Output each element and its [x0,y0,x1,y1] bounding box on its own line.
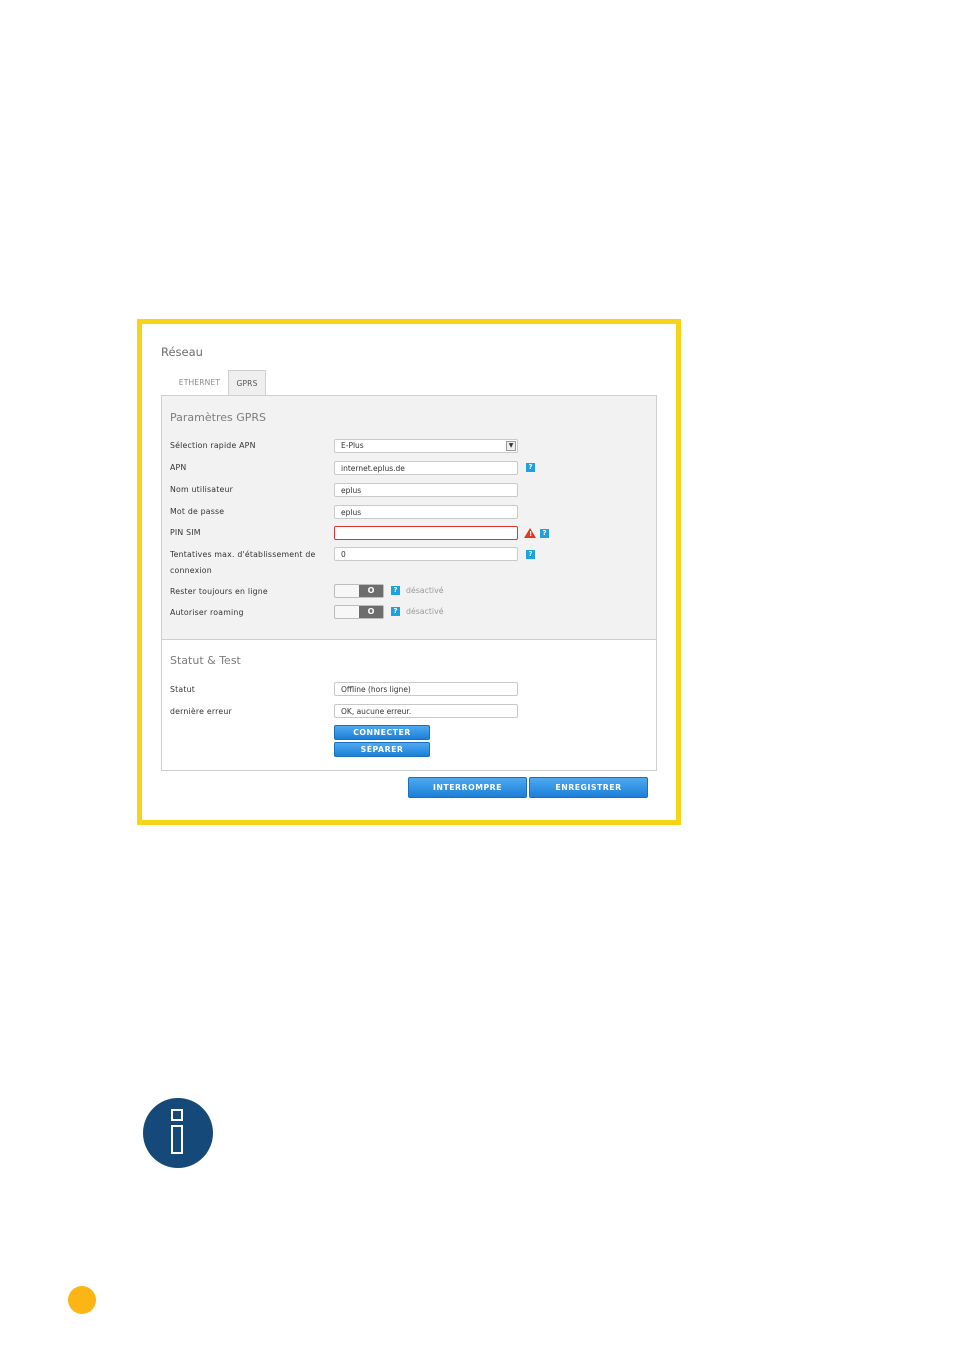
pin-label: PIN SIM [170,528,201,537]
password-label: Mot de passe [170,507,225,516]
page-marker-dot [68,1286,96,1314]
pin-input[interactable] [334,526,518,540]
roaming-toggle[interactable]: O [334,605,384,619]
help-icon[interactable]: ? [526,550,535,559]
screenshot-frame: Réseau ETHERNET GPRS Paramètres GPRS Sél… [137,319,681,825]
status-field [334,682,518,696]
help-icon[interactable]: ? [540,529,549,538]
disconnect-button[interactable]: SÉPARER [334,742,430,757]
apn-select[interactable]: E-Plus ▼ [334,439,518,453]
info-icon-dot [171,1109,183,1121]
page-title: Réseau [161,345,203,359]
password-input[interactable] [334,505,518,519]
last-error-field [334,704,518,718]
username-label: Nom utilisateur [170,485,234,494]
info-icon [143,1098,213,1168]
status-label: Statut [170,685,196,694]
cancel-button[interactable]: INTERROMPRE [408,777,527,798]
last-error-label: dernière erreur [170,707,232,716]
help-icon[interactable]: ? [391,607,400,616]
always-online-state: désactivé [406,586,444,595]
toggle-knob: O [359,606,383,618]
gprs-section-title: Paramètres GPRS [170,411,266,424]
help-icon[interactable]: ? [526,463,535,472]
apn-label: APN [170,463,187,472]
always-online-toggle[interactable]: O [334,584,384,598]
roaming-label: Autoriser roaming [170,608,244,617]
warning-glyph: ! [529,530,533,538]
status-section-title: Statut & Test [170,654,241,667]
retries-label: Tentatives max. d'établissement de conne… [170,550,316,575]
apn-input[interactable] [334,461,518,475]
info-icon-bar [171,1125,183,1154]
apn-select-value: E-Plus [341,441,364,450]
username-input[interactable] [334,483,518,497]
retries-input[interactable] [334,547,518,561]
settings-panel: Paramètres GPRS Sélection rapide APN E-P… [161,395,657,771]
tab-ethernet[interactable]: ETHERNET [172,370,227,395]
warning-icon: ! [524,528,536,538]
roaming-state: désactivé [406,607,444,616]
chevron-down-icon[interactable]: ▼ [506,441,516,451]
connect-button[interactable]: CONNECTER [334,725,430,740]
always-online-label: Rester toujours en ligne [170,587,268,596]
tab-gprs[interactable]: GPRS [228,370,266,396]
toggle-knob: O [359,585,383,597]
help-icon[interactable]: ? [391,586,400,595]
apn-select-label: Sélection rapide APN [170,441,256,450]
save-button[interactable]: ENREGISTRER [529,777,648,798]
